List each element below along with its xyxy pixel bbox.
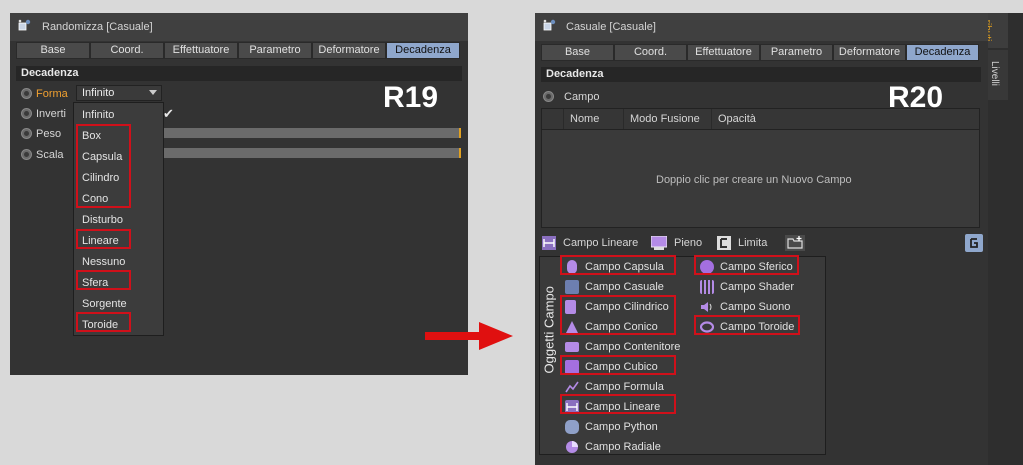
tab-decadenza[interactable]: Decadenza bbox=[386, 42, 460, 59]
highlight-campo-sferico bbox=[694, 255, 799, 275]
column-nome[interactable]: Nome bbox=[564, 109, 624, 129]
tab-base[interactable]: Base bbox=[16, 42, 90, 59]
r19-title: Randomizza [Casuale] bbox=[42, 21, 153, 33]
inverti-radio[interactable] bbox=[21, 108, 32, 119]
menu-title: Oggetti Campo bbox=[541, 286, 557, 374]
chevron-down-icon bbox=[149, 90, 157, 95]
campo-lineare-label: Campo Lineare bbox=[563, 237, 639, 249]
tab-base[interactable]: Base bbox=[541, 44, 614, 61]
option-infinito[interactable]: Infinito bbox=[74, 105, 114, 125]
highlight-sfera bbox=[76, 270, 131, 290]
arrow-right-icon bbox=[425, 322, 513, 350]
python-field-icon bbox=[565, 420, 579, 434]
forma-dropdown-value: Infinito bbox=[82, 87, 115, 99]
side-tab-livelli-label: Livelli bbox=[989, 60, 1001, 87]
formula-field-icon bbox=[565, 381, 579, 393]
add-folder-icon[interactable] bbox=[785, 235, 805, 251]
tab-coord[interactable]: Coord. bbox=[614, 44, 687, 61]
limita-label: Limita bbox=[738, 237, 768, 249]
highlight-campo-cubico bbox=[560, 355, 676, 375]
r20-title: Casuale [Casuale] bbox=[566, 21, 656, 33]
highlight-campo-capsula bbox=[560, 255, 676, 275]
inverti-label: Inverti bbox=[36, 108, 66, 120]
side-tab-attributi[interactable]: ributi bbox=[988, 13, 1008, 48]
menu-column-2: Campo Sferico Campo Shader Campo Suono C… bbox=[697, 257, 825, 454]
radial-field-icon bbox=[566, 441, 578, 453]
option-sorgente[interactable]: Sorgente bbox=[74, 294, 127, 314]
scala-radio[interactable] bbox=[21, 149, 32, 160]
side-tab-livelli[interactable]: Livelli bbox=[988, 50, 1008, 100]
r19-section-decadenza: Decadenza bbox=[16, 66, 462, 81]
container-field-icon bbox=[565, 342, 579, 352]
pieno-button[interactable]: Pieno bbox=[651, 234, 711, 252]
r19-title-bar: Randomizza [Casuale] bbox=[10, 13, 468, 41]
sound-field-icon bbox=[701, 302, 712, 312]
field-list[interactable]: Nome Modo Fusione Opacità Doppio clic pe… bbox=[541, 108, 980, 228]
highlight-campo-toroide bbox=[694, 315, 800, 335]
r19-version-label: R19 bbox=[383, 81, 439, 114]
highlight-toroide bbox=[76, 312, 131, 332]
scala-label: Scala bbox=[36, 149, 64, 161]
highlight-lineare bbox=[76, 229, 131, 249]
peso-radio[interactable] bbox=[21, 128, 32, 139]
random-effector-icon bbox=[543, 19, 556, 31]
tab-decadenza[interactable]: Decadenza bbox=[906, 44, 979, 61]
column-blank bbox=[542, 109, 564, 129]
forma-dropdown[interactable]: Infinito bbox=[76, 85, 162, 101]
tab-deformatore[interactable]: Deformatore bbox=[312, 42, 386, 59]
r19-attribute-panel: Randomizza [Casuale] Base Coord. Effettu… bbox=[10, 13, 468, 375]
column-modo-fusione[interactable]: Modo Fusione bbox=[624, 109, 712, 129]
peso-slider[interactable] bbox=[160, 128, 461, 138]
clamp-layer-icon bbox=[717, 236, 731, 250]
tab-coord[interactable]: Coord. bbox=[90, 42, 164, 59]
random-field-icon bbox=[565, 280, 579, 294]
side-tab-strip: ributi Livelli bbox=[988, 13, 1023, 465]
highlight-cilindrico-conico bbox=[560, 295, 676, 335]
lock-field-icon[interactable] bbox=[965, 234, 983, 252]
r20-tab-bar: Base Coord. Effettuatore Parametro Defor… bbox=[541, 44, 979, 61]
shader-field-icon bbox=[700, 280, 714, 294]
highlight-box-group bbox=[76, 124, 131, 208]
peso-label: Peso bbox=[36, 128, 62, 140]
tab-parametro[interactable]: Parametro bbox=[760, 44, 833, 61]
highlight-campo-lineare bbox=[560, 394, 676, 414]
r19-tab-bar: Base Coord. Effettuatore Parametro Defor… bbox=[16, 42, 460, 59]
field-toolbar: Campo Lineare Pieno Limita bbox=[541, 233, 983, 253]
limita-button[interactable]: Limita bbox=[717, 234, 781, 252]
campo-label: Campo bbox=[564, 91, 600, 103]
r20-attribute-panel: Casuale [Casuale] Base Coord. Effettuato… bbox=[535, 13, 988, 465]
tab-effettuatore[interactable]: Effettuatore bbox=[164, 42, 238, 59]
linear-field-icon bbox=[542, 236, 556, 250]
scala-slider[interactable] bbox=[160, 148, 461, 158]
forma-label: Forma bbox=[36, 88, 68, 100]
r20-section-decadenza: Decadenza bbox=[541, 67, 981, 82]
option-disturbo[interactable]: Disturbo bbox=[74, 210, 123, 230]
random-effector-icon bbox=[18, 19, 31, 31]
tab-parametro[interactable]: Parametro bbox=[238, 42, 312, 59]
tab-effettuatore[interactable]: Effettuatore bbox=[687, 44, 760, 61]
campo-radio[interactable] bbox=[543, 91, 554, 102]
tab-deformatore[interactable]: Deformatore bbox=[833, 44, 906, 61]
menu-title-strip: Oggetti Campo bbox=[540, 257, 560, 454]
side-tab-attributi-label: ributi bbox=[988, 19, 993, 42]
campo-lineare-button[interactable]: Campo Lineare bbox=[541, 234, 647, 252]
pieno-label: Pieno bbox=[674, 237, 703, 249]
empty-list-hint: Doppio clic per creare un Nuovo Campo bbox=[656, 174, 852, 186]
forma-radio[interactable] bbox=[21, 88, 32, 99]
r20-title-bar: Casuale [Casuale] bbox=[535, 13, 988, 41]
inverti-check-icon[interactable]: ✔ bbox=[163, 106, 174, 122]
r20-version-label: R20 bbox=[888, 81, 944, 114]
solid-layer-icon bbox=[651, 236, 667, 250]
option-nessuno[interactable]: Nessuno bbox=[74, 252, 125, 272]
